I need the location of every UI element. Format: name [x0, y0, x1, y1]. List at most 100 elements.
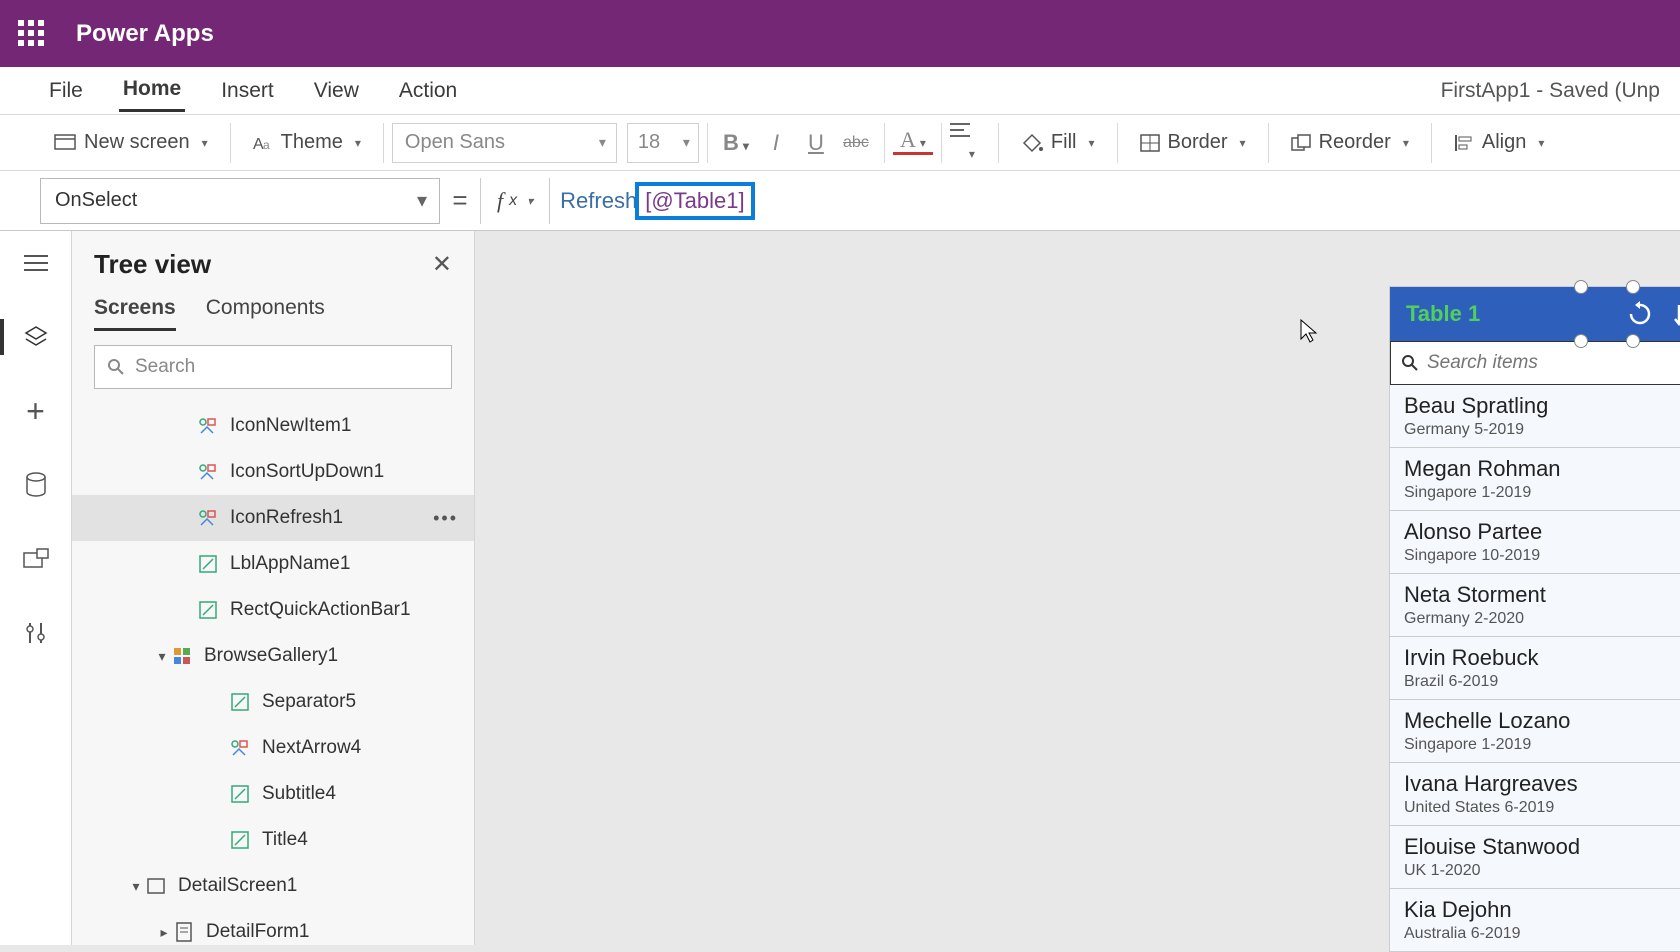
preview-search-input[interactable]: [1427, 352, 1680, 374]
tree-view-rail-button[interactable]: [16, 317, 56, 357]
item-subtitle: UK 1-2020: [1404, 862, 1680, 880]
list-item[interactable]: Ivana HargreavesUnited States 6-2019›: [1390, 763, 1680, 826]
advanced-rail-button[interactable]: [16, 613, 56, 653]
selection-handle[interactable]: [1626, 334, 1640, 348]
tree-item[interactable]: Separator5: [72, 679, 474, 725]
data-rail-button[interactable]: [16, 465, 56, 505]
tree-item[interactable]: IconNewItem1: [72, 403, 474, 449]
tree-item-label: IconRefresh1: [230, 507, 343, 529]
theme-icon: Aa: [253, 134, 273, 152]
layers-icon: [24, 325, 48, 349]
more-button[interactable]: •••: [433, 508, 458, 529]
align-button[interactable]: Align▾: [1440, 125, 1559, 160]
sort-icon-button[interactable]: [1673, 302, 1680, 326]
theme-label: Theme: [281, 131, 343, 154]
tree-item[interactable]: Subtitle4: [72, 771, 474, 817]
italic-button[interactable]: I: [756, 130, 796, 156]
control-type-icon: [230, 692, 250, 712]
bold-button[interactable]: B▾: [716, 130, 756, 156]
tree-item[interactable]: LblAppName1: [72, 541, 474, 587]
selection-handle[interactable]: [1574, 280, 1588, 294]
font-family-select[interactable]: Open Sans: [392, 123, 617, 163]
list-item[interactable]: Irvin RoebuckBrazil 6-2019›: [1390, 637, 1680, 700]
list-item[interactable]: Alonso ParteeSingapore 10-2019›: [1390, 511, 1680, 574]
list-item[interactable]: Beau SpratlingGermany 5-2019›: [1390, 385, 1680, 448]
menu-action[interactable]: Action: [395, 71, 461, 111]
fill-button[interactable]: Fill▾: [1007, 125, 1109, 160]
item-subtitle: Singapore 10-2019: [1404, 547, 1680, 565]
tree-item[interactable]: IconRefresh1 •••: [72, 495, 474, 541]
menu-file[interactable]: File: [45, 71, 87, 111]
tree-item[interactable]: Title4: [72, 817, 474, 863]
list-item[interactable]: Megan RohmanSingapore 1-2019›: [1390, 448, 1680, 511]
tree-item[interactable]: NextArrow4: [72, 725, 474, 771]
refresh-icon-button[interactable]: [1627, 301, 1655, 327]
font-color-button[interactable]: A▾: [893, 131, 933, 155]
new-screen-label: New screen: [84, 131, 190, 154]
theme-button[interactable]: Aa Theme▾: [239, 125, 375, 160]
close-panel-button[interactable]: ✕: [432, 250, 452, 279]
selection-handle[interactable]: [1574, 334, 1588, 348]
item-subtitle: Germany 5-2019: [1404, 421, 1680, 439]
app-preview[interactable]: Table 1 + Beau Spratl: [1390, 287, 1680, 952]
list-item[interactable]: Mechelle LozanoSingapore 1-2019›: [1390, 700, 1680, 763]
chevron-icon[interactable]: ▸: [154, 924, 174, 941]
underline-button[interactable]: U: [796, 130, 836, 156]
border-label: Border: [1168, 131, 1228, 154]
tree-item[interactable]: ▾BrowseGallery1: [72, 633, 474, 679]
control-type-icon: [230, 738, 250, 758]
strikethrough-button[interactable]: abc: [836, 134, 876, 152]
item-title: Mechelle Lozano: [1404, 708, 1680, 734]
item-subtitle: Germany 2-2020: [1404, 610, 1680, 628]
insert-rail-button[interactable]: +: [16, 391, 56, 431]
tree-item-label: Title4: [262, 829, 308, 851]
chevron-icon[interactable]: ▾: [126, 878, 146, 895]
align-left-icon: [950, 122, 970, 138]
tree-search-input[interactable]: Search: [94, 345, 452, 389]
menu-view[interactable]: View: [310, 71, 363, 111]
fx-button[interactable]: fx▾: [480, 178, 550, 224]
waffle-icon[interactable]: [18, 20, 46, 48]
item-subtitle: United States 6-2019: [1404, 799, 1680, 817]
font-family-value: Open Sans: [405, 131, 505, 154]
formula-input[interactable]: Refresh[@Table1]: [550, 178, 1680, 224]
tree-view-title: Tree view: [94, 249, 432, 280]
tree-item-label: IconNewItem1: [230, 415, 351, 437]
new-screen-button[interactable]: New screen▾: [40, 125, 222, 160]
selection-handle[interactable]: [1626, 280, 1640, 294]
control-type-icon: [198, 462, 218, 482]
font-size-select[interactable]: 18: [627, 123, 699, 163]
control-type-icon: [198, 508, 218, 528]
hamburger-button[interactable]: [16, 243, 56, 283]
preview-header[interactable]: Table 1 +: [1390, 287, 1680, 341]
tree-item[interactable]: ▸DetailForm1: [72, 909, 474, 945]
svg-text:a: a: [263, 138, 270, 152]
reorder-button[interactable]: Reorder▾: [1277, 125, 1423, 160]
preview-search-box[interactable]: [1390, 341, 1680, 385]
menu-home[interactable]: Home: [119, 69, 185, 112]
fill-label: Fill: [1051, 131, 1077, 154]
tree-item[interactable]: ▾DetailScreen1: [72, 863, 474, 909]
text-align-button[interactable]: ▾: [950, 122, 990, 164]
align-objects-icon: [1454, 134, 1474, 152]
canvas[interactable]: Table 1 + Beau Spratl: [475, 231, 1680, 945]
tree-item[interactable]: IconSortUpDown1: [72, 449, 474, 495]
list-item[interactable]: Elouise StanwoodUK 1-2020›: [1390, 826, 1680, 889]
search-icon: [107, 358, 125, 376]
reorder-icon: [1291, 134, 1311, 152]
border-button[interactable]: Border▾: [1126, 125, 1260, 160]
media-rail-button[interactable]: [16, 539, 56, 579]
list-item[interactable]: Kia DejohnAustralia 6-2019›: [1390, 889, 1680, 952]
font-size-value: 18: [638, 131, 660, 154]
tree-list[interactable]: IconNewItem1 IconSortUpDown1 IconRefresh1 •…: [72, 403, 474, 945]
list-item[interactable]: Neta StormentGermany 2-2020›: [1390, 574, 1680, 637]
property-select[interactable]: OnSelect: [40, 178, 440, 224]
chevron-icon[interactable]: ▾: [152, 648, 172, 665]
menu-insert[interactable]: Insert: [217, 71, 278, 111]
hamburger-icon: [24, 254, 48, 272]
new-screen-icon: [54, 134, 76, 152]
tab-components[interactable]: Components: [206, 296, 325, 331]
tab-screens[interactable]: Screens: [94, 296, 176, 331]
tree-item[interactable]: RectQuickActionBar1: [72, 587, 474, 633]
cursor-icon: [1300, 319, 1318, 343]
